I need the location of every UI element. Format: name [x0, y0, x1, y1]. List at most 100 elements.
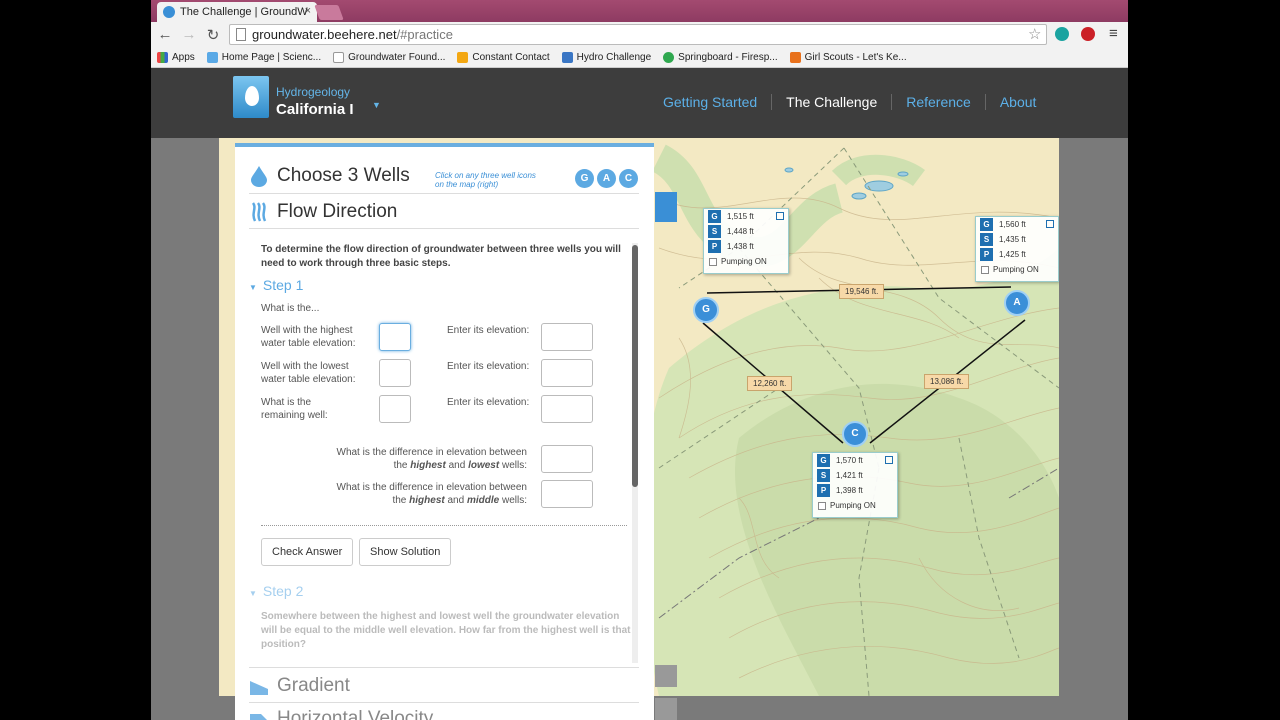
check-answer-button[interactable]: Check Answer — [261, 538, 354, 566]
url-path: /#practice — [396, 27, 453, 42]
remaining-elev-input[interactable] — [541, 395, 593, 423]
challenge-panel: Choose 3 Wells Click on any three well i… — [235, 143, 654, 720]
divider — [249, 702, 639, 703]
pumping-level: 1,438 ft — [727, 242, 754, 251]
horizontal-velocity-header[interactable]: Horizontal Velocity — [249, 708, 433, 720]
bookmark-item[interactable]: Constant Contact — [457, 51, 550, 63]
step2-text: Somewhere between the highest and lowest… — [261, 611, 631, 650]
pumping-level: 1,398 ft — [836, 486, 863, 495]
bookmark-icon — [206, 51, 218, 63]
velocity-arrow-icon — [250, 714, 267, 720]
step2-heading[interactable]: ▼ Step 2 — [249, 583, 303, 599]
remaining-elev-label: Enter its elevation: — [447, 397, 530, 408]
ground-elevation: 1,560 ft — [999, 220, 1026, 229]
remaining-well-input[interactable] — [379, 395, 411, 423]
section-check-icon — [655, 665, 677, 687]
bookmark-icon — [663, 51, 675, 63]
gradient-header[interactable]: Gradient — [249, 675, 350, 697]
distance-label-ga: 19,546 ft. — [839, 284, 885, 299]
pumping-checkbox[interactable] — [818, 501, 826, 510]
panel-toggle-button[interactable] — [655, 192, 677, 222]
forward-icon[interactable]: → — [177, 26, 201, 43]
chevron-down-icon[interactable]: ▼ — [372, 100, 381, 110]
diff-highest-lowest-label: What is the difference in elevation betw… — [336, 447, 528, 471]
flow-direction-title: Flow Direction — [277, 201, 398, 222]
diff-highest-middle-input[interactable] — [541, 480, 593, 508]
nav-the-challenge[interactable]: The Challenge — [771, 94, 891, 110]
popout-icon[interactable] — [1046, 220, 1054, 228]
divider — [249, 667, 639, 668]
brand-title: California I — [276, 101, 354, 118]
ground-elevation: 1,515 ft — [727, 212, 754, 221]
scrollbar-thumb[interactable] — [632, 245, 638, 487]
well-marker-a[interactable]: A — [1004, 290, 1030, 316]
top-nav: Getting Started The Challenge Reference … — [663, 94, 1050, 110]
site-header: Hydrogeology California I ▼ Getting Star… — [151, 68, 1128, 138]
caret-down-icon: ▼ — [249, 283, 257, 292]
static-level: 1,435 ft — [999, 235, 1026, 244]
url-domain: groundwater.beehere.net — [252, 27, 397, 42]
highest-well-input[interactable] — [379, 323, 411, 351]
nav-getting-started[interactable]: Getting Started — [663, 94, 771, 110]
well-marker-g[interactable]: G — [693, 297, 719, 323]
bookmark-item[interactable]: Girl Scouts - Let's Ke... — [789, 51, 907, 63]
distance-label-ac: 13,086 ft. — [924, 374, 970, 389]
nav-reference[interactable]: Reference — [891, 94, 985, 110]
tab-title: The Challenge | GroundW — [180, 6, 308, 18]
highest-well-label: Well with the highest water table elevat… — [261, 325, 356, 349]
bookmark-apps[interactable]: Apps — [157, 51, 195, 63]
back-icon[interactable]: ← — [153, 26, 177, 43]
well-button-g[interactable]: G — [575, 169, 594, 188]
popout-icon[interactable] — [885, 456, 893, 464]
bookmark-item[interactable]: Springboard - Firesp... — [663, 51, 778, 63]
lowest-elev-input[interactable] — [541, 359, 593, 387]
step1-heading[interactable]: ▼ Step 1 — [249, 277, 303, 293]
bookmark-star-icon[interactable]: ☆ — [1028, 25, 1041, 43]
show-solution-button[interactable]: Show Solution — [359, 538, 452, 566]
favicon-icon — [163, 6, 175, 18]
divider — [249, 228, 639, 229]
diff-highest-lowest-input[interactable] — [541, 445, 593, 473]
lowest-elev-label: Enter its elevation: — [447, 361, 530, 372]
lowest-well-input[interactable] — [379, 359, 411, 387]
extension-icon[interactable] — [1055, 27, 1069, 41]
gradient-slope-icon — [250, 681, 268, 695]
brand-subtitle: Hydrogeology — [276, 85, 351, 99]
well-button-a[interactable]: A — [597, 169, 616, 188]
bookmark-icon — [457, 51, 469, 63]
flow-direction-header[interactable]: Flow Direction — [249, 201, 397, 223]
close-tab-icon[interactable]: × — [305, 5, 311, 17]
water-drop-icon — [251, 166, 267, 187]
pumping-checkbox[interactable] — [709, 257, 717, 266]
well-a-info: G 1,560 ft S 1,435 ft P 1,425 ft Pumping ON — [975, 216, 1059, 282]
bookmark-item[interactable]: Home Page | Scienc... — [206, 51, 321, 63]
nav-about[interactable]: About — [984, 94, 1051, 110]
highest-elev-input[interactable] — [541, 323, 593, 351]
pumping-level: 1,425 ft — [999, 250, 1026, 259]
popout-icon[interactable] — [776, 212, 784, 220]
static-level: 1,421 ft — [836, 471, 863, 480]
choose-wells-title: Choose 3 Wells — [277, 165, 410, 186]
divider — [249, 193, 639, 194]
bookmark-icon — [561, 51, 573, 63]
pinterest-icon[interactable] — [1081, 27, 1095, 41]
browser-tab[interactable]: The Challenge | GroundW × — [157, 2, 317, 22]
well-button-c[interactable]: C — [619, 169, 638, 188]
bookmark-item[interactable]: Hydro Challenge — [561, 51, 651, 63]
new-tab-button[interactable] — [314, 5, 344, 20]
pumping-checkbox[interactable] — [981, 265, 989, 274]
page-icon — [236, 28, 246, 41]
tab-strip: The Challenge | GroundW × — [151, 0, 1128, 22]
bookmarks-bar: Apps Home Page | Scienc... Groundwater F… — [151, 47, 1128, 68]
choose-wells-header: Choose 3 Wells — [249, 165, 410, 187]
menu-icon[interactable]: ≡ — [1109, 25, 1118, 42]
static-level: 1,448 ft — [727, 227, 754, 236]
reload-icon[interactable]: ↻ — [201, 26, 225, 44]
desktop-right — [1128, 0, 1280, 720]
well-c-info: G 1,570 ft S 1,421 ft P 1,398 ft Pumping ON — [812, 452, 898, 518]
well-marker-c[interactable]: C — [842, 421, 868, 447]
page-icon — [333, 51, 345, 63]
water-drop-logo-icon[interactable] — [233, 76, 269, 118]
address-bar[interactable]: groundwater.beehere.net/#practice — [229, 24, 1047, 45]
bookmark-item[interactable]: Groundwater Found... — [333, 51, 445, 63]
